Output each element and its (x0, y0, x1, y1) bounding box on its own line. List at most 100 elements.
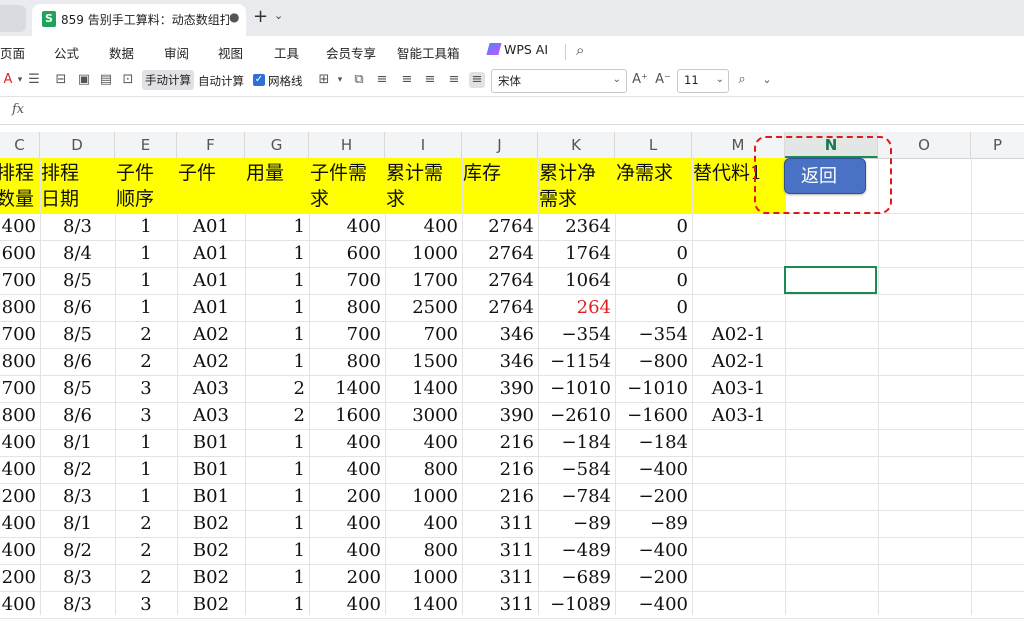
unsaved-dot-icon[interactable]: ● (229, 10, 239, 24)
table-cell[interactable]: B02 (177, 564, 245, 591)
table-cell[interactable]: −1010 (538, 375, 611, 402)
table-cell[interactable]: 3 (115, 375, 177, 402)
table-cell[interactable]: 8/6 (40, 294, 115, 321)
menu-tools[interactable]: 工具 (274, 43, 299, 62)
find-replace-icon[interactable]: ⌕ (734, 72, 750, 88)
table-cell[interactable]: 1000 (385, 564, 458, 591)
table-cell[interactable]: 1000 (385, 240, 458, 267)
table-cell[interactable]: 264 (538, 294, 611, 321)
table-cell[interactable]: 1 (115, 483, 177, 510)
table-cell[interactable]: 390 (462, 402, 534, 429)
table-cell[interactable]: 216 (462, 456, 534, 483)
table-cell[interactable]: 400 (309, 213, 381, 240)
table-cell[interactable]: 3 (115, 402, 177, 429)
menu-member[interactable]: 会员专享 (326, 43, 376, 62)
table-cell[interactable]: 2 (115, 348, 177, 375)
table-cell[interactable]: A01 (177, 240, 245, 267)
gridlines-checkbox[interactable]: ✓ (253, 74, 265, 86)
new-tab-button[interactable]: + (253, 6, 268, 27)
table-cell[interactable]: 2 (115, 564, 177, 591)
table-cell[interactable]: 1 (115, 456, 177, 483)
table-cell[interactable]: 8/6 (40, 348, 115, 375)
table-cell[interactable]: 8/6 (40, 402, 115, 429)
table-cell[interactable]: −89 (538, 510, 611, 537)
table-cell[interactable]: 700 (0, 321, 36, 348)
format-painter-icon[interactable]: ☰ (26, 72, 42, 88)
table-cell[interactable]: 1 (245, 456, 305, 483)
table-cell[interactable]: 8/1 (40, 510, 115, 537)
col-header-e[interactable]: E (115, 132, 177, 158)
table-cell[interactable]: 1400 (309, 375, 381, 402)
menu-data[interactable]: 数据 (109, 43, 134, 62)
table-cell[interactable]: 400 (385, 510, 458, 537)
col-header-d[interactable]: D (40, 132, 115, 158)
col-header-j[interactable]: J (462, 132, 538, 158)
table-cell[interactable]: 1 (115, 294, 177, 321)
table-cell[interactable]: 1 (115, 267, 177, 294)
table-cell[interactable]: B02 (177, 591, 245, 618)
table-cell[interactable]: 400 (309, 456, 381, 483)
table-cell[interactable]: 1700 (385, 267, 458, 294)
decrease-font-icon[interactable]: A⁻ (655, 72, 671, 88)
table-cell[interactable]: 1 (245, 240, 305, 267)
table-cell[interactable]: 0 (615, 213, 688, 240)
search-icon[interactable]: ⌕ (576, 41, 584, 59)
table-cell[interactable]: −2610 (538, 402, 611, 429)
table-cell[interactable]: 311 (462, 564, 534, 591)
wps-ai-button[interactable]: WPS AI (486, 42, 548, 57)
align-top-icon[interactable]: ≡ (374, 72, 390, 88)
table-cell[interactable]: 700 (309, 267, 381, 294)
table-cell[interactable]: 700 (309, 321, 381, 348)
previous-tab[interactable] (0, 5, 26, 32)
table-cell[interactable]: 200 (309, 483, 381, 510)
table-cell[interactable]: −784 (538, 483, 611, 510)
table-cell[interactable]: B02 (177, 537, 245, 564)
table-cell[interactable]: −584 (538, 456, 611, 483)
table-cell[interactable]: 8/3 (40, 483, 115, 510)
table-cell[interactable]: −800 (615, 348, 688, 375)
table-cell[interactable]: 400 (309, 429, 381, 456)
table-cell[interactable] (692, 429, 785, 456)
col-header-i[interactable]: I (385, 132, 462, 158)
table-cell[interactable]: −489 (538, 537, 611, 564)
table-cell[interactable]: 2764 (462, 213, 534, 240)
col-header-h[interactable]: H (309, 132, 385, 158)
table-cell[interactable]: 2364 (538, 213, 611, 240)
increase-font-icon[interactable]: A⁺ (632, 72, 648, 88)
table-cell[interactable] (692, 267, 785, 294)
menu-smart-toolbox[interactable]: 智能工具箱 (397, 43, 460, 62)
tab-list-chevron-icon[interactable]: ⌄ (274, 9, 283, 22)
table-cell[interactable]: 1 (115, 213, 177, 240)
table-cell[interactable]: 1 (245, 537, 305, 564)
col-header-g[interactable]: G (245, 132, 309, 158)
col-header-c[interactable]: C (0, 132, 40, 158)
manual-calc-button[interactable]: 手动计算 (142, 70, 194, 90)
table-cell[interactable]: 3 (115, 591, 177, 618)
table-cell[interactable]: −400 (615, 537, 688, 564)
table-cell[interactable]: −200 (615, 483, 688, 510)
table-cell[interactable]: 8/5 (40, 321, 115, 348)
table-cell[interactable]: A02 (177, 321, 245, 348)
align-right-icon[interactable]: ≡ (446, 72, 462, 88)
table-cell[interactable]: A01 (177, 294, 245, 321)
table-cell[interactable]: 200 (309, 564, 381, 591)
merge-icon[interactable]: ⧉ (351, 72, 367, 88)
cell-style-icon[interactable]: ▤ (98, 72, 114, 88)
table-cell[interactable]: 8/5 (40, 267, 115, 294)
table-cell[interactable]: −354 (615, 321, 688, 348)
table-cell[interactable]: 800 (0, 402, 36, 429)
freeze-icon[interactable]: ⊟ (53, 72, 69, 88)
table-cell[interactable]: 600 (309, 240, 381, 267)
filter-icon[interactable]: ⊡ (120, 72, 136, 88)
table-cell[interactable]: 2500 (385, 294, 458, 321)
table-cell[interactable]: 216 (462, 483, 534, 510)
table-cell[interactable]: 8/3 (40, 564, 115, 591)
table-cell[interactable]: A03 (177, 375, 245, 402)
table-cell[interactable]: 1500 (385, 348, 458, 375)
fx-icon[interactable]: fx (12, 102, 24, 117)
col-header-f[interactable]: F (177, 132, 245, 158)
table-cell[interactable]: A02 (177, 348, 245, 375)
table-cell[interactable]: 346 (462, 321, 534, 348)
table-cell[interactable]: 8/2 (40, 537, 115, 564)
align-center-icon[interactable]: ≡ (422, 72, 438, 88)
